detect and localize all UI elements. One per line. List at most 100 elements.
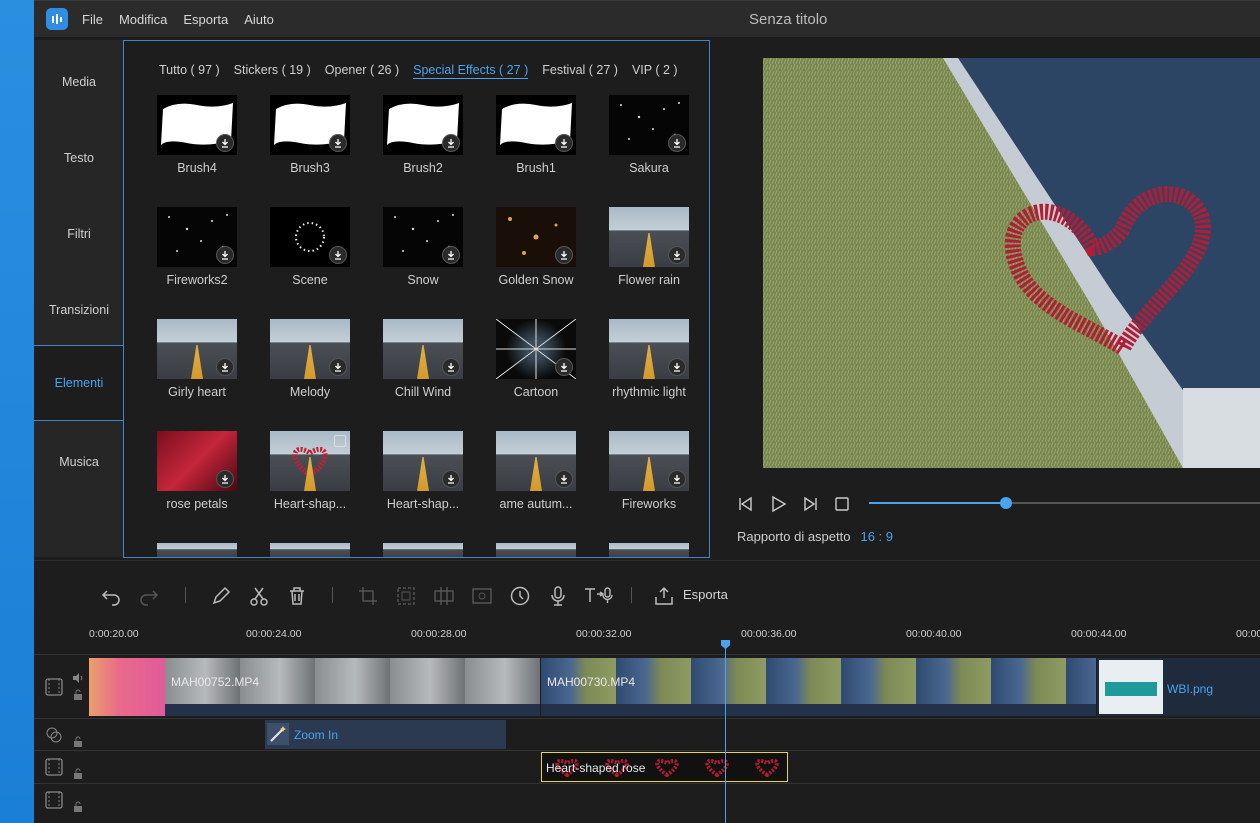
play-icon[interactable] <box>768 494 788 519</box>
selected-checkbox-icon[interactable] <box>334 435 346 447</box>
export-icon[interactable] <box>653 585 675 607</box>
effect-thumbnail[interactable] <box>157 319 237 379</box>
sidebar-item-testo[interactable]: Testo <box>34 120 124 196</box>
clock-icon[interactable] <box>509 585 531 607</box>
download-icon[interactable] <box>555 470 573 488</box>
effect-thumbnail[interactable] <box>270 207 350 267</box>
aspect-ratio-value[interactable]: 16 : 9 <box>860 529 893 544</box>
film-icon <box>44 790 64 815</box>
volume-icon[interactable] <box>72 671 84 689</box>
tab-stickers[interactable]: Stickers ( 19 ) <box>234 63 311 79</box>
undo-icon[interactable] <box>100 585 122 607</box>
redo-icon[interactable] <box>138 585 160 607</box>
timeline-ruler[interactable]: 0:00:20.00 00:00:24.00 00:00:28.00 00:00… <box>34 624 1260 654</box>
ruler-label: 00:00:32.00 <box>576 628 632 640</box>
track-header <box>34 719 89 750</box>
text-to-speech-icon[interactable] <box>583 585 613 607</box>
tab-festival[interactable]: Festival ( 27 ) <box>542 63 618 79</box>
microphone-icon[interactable] <box>547 585 569 607</box>
effect-thumbnail[interactable] <box>157 95 237 155</box>
pencil-icon[interactable] <box>210 585 232 607</box>
sidebar-item-filtri[interactable]: Filtri <box>34 196 124 272</box>
effect-clip-zoom-in[interactable]: Zoom In <box>265 720 506 749</box>
menu-aiuto[interactable]: Aiuto <box>244 12 274 27</box>
element-clip-heart-shaped-rose[interactable]: Heart-shaped rose <box>541 752 788 782</box>
download-icon[interactable] <box>668 470 686 488</box>
download-icon[interactable] <box>555 246 573 264</box>
effect-thumbnail[interactable] <box>383 319 463 379</box>
effect-thumbnail[interactable] <box>270 95 350 155</box>
export-button[interactable]: Esporta <box>683 587 728 602</box>
download-icon[interactable] <box>668 246 686 264</box>
download-icon[interactable] <box>216 470 234 488</box>
menu-bar: File Modifica Esporta Aiuto <box>82 12 274 27</box>
download-icon[interactable] <box>668 358 686 376</box>
download-icon[interactable] <box>668 134 686 152</box>
effect-thumbnail[interactable] <box>383 431 463 491</box>
effect-label: Fireworks2 <box>166 273 228 287</box>
progress-knob[interactable] <box>999 497 1012 509</box>
next-frame-icon[interactable] <box>802 495 820 518</box>
effect-thumbnail[interactable] <box>496 207 576 267</box>
download-icon[interactable] <box>442 134 460 152</box>
preview-video[interactable] <box>763 58 1260 468</box>
download-icon[interactable] <box>216 358 234 376</box>
tab-tutto[interactable]: Tutto ( 97 ) <box>159 63 220 79</box>
menu-esporta[interactable]: Esporta <box>183 12 228 27</box>
app-logo-icon[interactable] <box>46 8 68 30</box>
download-icon[interactable] <box>442 246 460 264</box>
prev-frame-icon[interactable] <box>736 495 754 518</box>
video-clip[interactable] <box>89 658 165 716</box>
effect-thumbnail[interactable] <box>609 431 689 491</box>
effect-label: Brush2 <box>403 161 443 175</box>
menu-file[interactable]: File <box>82 12 103 27</box>
effect-thumbnail[interactable] <box>496 431 576 491</box>
sidebar-item-musica[interactable]: Musica <box>34 424 124 500</box>
menu-modifica[interactable]: Modifica <box>119 12 167 27</box>
download-icon[interactable] <box>329 358 347 376</box>
effect-label: Sakura <box>629 161 669 175</box>
effect-thumbnail[interactable] <box>609 95 689 155</box>
app-window: File Modifica Esporta Aiuto Senza titolo… <box>34 0 1260 823</box>
tab-vip[interactable]: VIP ( 2 ) <box>632 63 678 79</box>
effect-thumbnail[interactable] <box>270 431 350 491</box>
effect-label: Brush4 <box>177 161 217 175</box>
empty-track <box>34 783 1260 823</box>
download-icon[interactable] <box>216 134 234 152</box>
playback-progress-bar[interactable] <box>869 497 1260 509</box>
tab-special-effects[interactable]: Special Effects ( 27 ) <box>413 63 529 79</box>
effect-label: Chill Wind <box>394 385 452 399</box>
stop-icon[interactable] <box>834 496 850 517</box>
effect-thumbnail[interactable] <box>157 431 237 491</box>
sidebar-item-transizioni[interactable]: Transizioni <box>34 272 124 348</box>
download-icon[interactable] <box>555 134 573 152</box>
video-clip-mah00752[interactable]: MAH00752.MP4 <box>165 658 540 716</box>
effect-thumbnail[interactable] <box>383 207 463 267</box>
tab-opener[interactable]: Opener ( 26 ) <box>325 63 399 79</box>
scissors-icon[interactable] <box>248 585 270 607</box>
effect-thumbnail[interactable] <box>496 95 576 155</box>
sidebar-item-elementi[interactable]: Elementi <box>34 345 124 421</box>
effect-thumbnail[interactable] <box>609 319 689 379</box>
toolbar-separator <box>185 587 186 603</box>
video-clip-mah00730[interactable]: MAH00730.MP4 <box>541 658 1096 716</box>
download-icon[interactable] <box>329 134 347 152</box>
playback-controls <box>736 494 850 519</box>
lock-icon[interactable] <box>72 800 84 818</box>
download-icon[interactable] <box>329 246 347 264</box>
playhead[interactable] <box>725 640 726 823</box>
download-icon[interactable] <box>555 358 573 376</box>
effect-thumbnail[interactable] <box>496 319 576 379</box>
effect-thumbnail[interactable] <box>609 207 689 267</box>
image-clip-wbi[interactable]: WBI.png <box>1097 658 1260 716</box>
effect-thumbnail[interactable] <box>270 319 350 379</box>
effect-thumbnail[interactable] <box>383 95 463 155</box>
effect-thumbnail[interactable] <box>157 207 237 267</box>
download-icon[interactable] <box>216 246 234 264</box>
trash-icon[interactable] <box>286 585 308 607</box>
download-icon[interactable] <box>442 470 460 488</box>
lock-icon[interactable] <box>72 688 84 706</box>
zoom-icon <box>471 585 493 607</box>
sidebar-item-media[interactable]: Media <box>34 44 124 120</box>
download-icon[interactable] <box>442 358 460 376</box>
